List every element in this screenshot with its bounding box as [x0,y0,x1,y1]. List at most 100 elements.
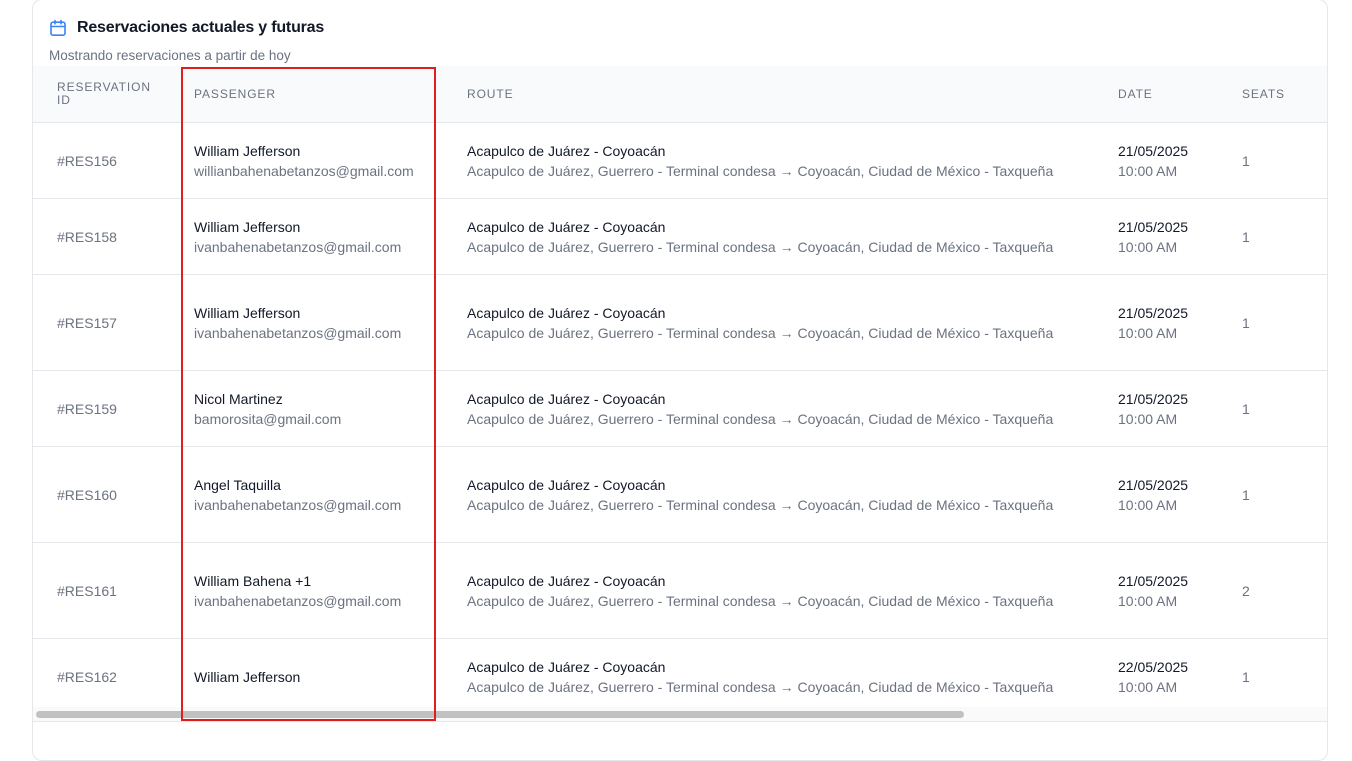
seats-count: 1 [1242,486,1250,503]
header-passenger: PASSENGER [194,86,276,101]
route-cell: Acapulco de Juárez - Coyoacán Acapulco de… [467,275,1107,370]
route-detail: Acapulco de Juárez, Guerrero - Terminal … [467,592,1054,609]
scrollbar-thumb[interactable] [36,711,964,718]
table-row[interactable]: #RES157 William Jefferson ivanbahenabetanz… [33,275,1327,371]
table-row[interactable]: #RES156 William Jefferson willianbahenabet… [33,123,1327,199]
seats-count: 1 [1242,668,1250,685]
date-cell: 21/05/2025 10:00 AM [1118,371,1228,446]
seats-count: 1 [1242,152,1250,169]
seats-count: 1 [1242,314,1250,331]
passenger-cell: William Jefferson [194,639,454,714]
passenger-email: willianbahenabetanzos@gmail.com [194,162,414,179]
reservation-id-text: #RES160 [57,486,117,503]
passenger-cell: Nicol Martinez bamorosita@gmail.com [194,371,454,446]
route-cell: Acapulco de Juárez - Coyoacán Acapulco de… [467,199,1107,274]
route-cell: Acapulco de Juárez - Coyoacán Acapulco de… [467,639,1107,714]
seats-cell: 1 [1242,371,1302,446]
table-row[interactable]: #RES158 William Jefferson ivanbahenabetanz… [33,199,1327,275]
seats-cell: 1 [1242,275,1302,370]
reservations-card: Reservaciones actuales y futuras Mostran… [32,0,1328,761]
header-reservation-id: RESERVATION ID [57,80,151,107]
route-detail: Acapulco de Juárez, Guerrero - Terminal … [467,162,1054,179]
reservation-id: #RES162 [57,639,177,714]
reservations-table: RESERVATION ID PASSENGER ROUTE DATE SEAT… [33,66,1327,715]
reservation-time: 10:00 AM [1118,496,1178,513]
seats-count: 1 [1242,228,1250,245]
route-cell: Acapulco de Juárez - Coyoacán Acapulco de… [467,371,1107,446]
passenger-cell: Angel Taquilla ivanbahenabetanzos@gmail.c… [194,447,454,542]
reservation-date: 21/05/2025 [1118,304,1189,321]
reservation-id-text: #RES156 [57,152,117,169]
route-cell: Acapulco de Juárez - Coyoacán Acapulco de… [467,123,1107,198]
passenger-cell: William Jefferson willianbahenabetanzos@g… [194,123,454,198]
seats-cell: 1 [1242,639,1302,714]
reservation-time: 10:00 AM [1118,162,1178,179]
reservation-id-text: #RES159 [57,400,117,417]
date-cell: 21/05/2025 10:00 AM [1118,543,1228,638]
route-detail: Acapulco de Juárez, Guerrero - Terminal … [467,410,1054,427]
reservation-date: 21/05/2025 [1118,142,1189,159]
route-title: Acapulco de Juárez - Coyoacán [467,572,666,589]
passenger-cell: William Jefferson ivanbahenabetanzos@gmai… [194,199,454,274]
passenger-name: Angel Taquilla [194,476,281,493]
seats-count: 2 [1242,582,1250,599]
reservation-id-text: #RES161 [57,582,117,599]
passenger-name: William Jefferson [194,142,301,159]
date-cell: 21/05/2025 10:00 AM [1118,123,1228,198]
table-row[interactable]: #RES160 Angel Taquilla ivanbahenabetanzos@… [33,447,1327,543]
table-body: #RES156 William Jefferson willianbahenabet… [33,123,1327,715]
table-row[interactable]: #RES162 William Jefferson Acapulco de Juár… [33,639,1327,715]
reservation-id: #RES157 [57,275,177,370]
table-row[interactable]: #RES159 Nicol Martinez bamorosita@gmail.co… [33,371,1327,447]
title-row: Reservaciones actuales y futuras [49,16,1327,40]
route-title: Acapulco de Juárez - Coyoacán [467,476,666,493]
calendar-icon [49,19,67,37]
passenger-cell: William Jefferson ivanbahenabetanzos@gmai… [194,275,454,370]
route-title: Acapulco de Juárez - Coyoacán [467,218,666,235]
route-cell: Acapulco de Juárez - Coyoacán Acapulco de… [467,447,1107,542]
seats-cell: 1 [1242,123,1302,198]
route-title: Acapulco de Juárez - Coyoacán [467,304,666,321]
passenger-cell: William Bahena +1 ivanbahenabetanzos@gmai… [194,543,454,638]
passenger-email: ivanbahenabetanzos@gmail.com [194,324,402,341]
horizontal-scrollbar[interactable] [33,707,1327,722]
route-detail: Acapulco de Juárez, Guerrero - Terminal … [467,678,1054,695]
card-title: Reservaciones actuales y futuras [77,19,325,36]
reservation-id-text: #RES158 [57,228,117,245]
table-row[interactable]: #RES161 William Bahena +1 ivanbahenabetanz… [33,543,1327,639]
route-detail: Acapulco de Juárez, Guerrero - Terminal … [467,496,1054,513]
reservation-date: 21/05/2025 [1118,572,1189,589]
passenger-name: Nicol Martinez [194,390,283,407]
passenger-email: ivanbahenabetanzos@gmail.com [194,592,402,609]
reservation-time: 10:00 AM [1118,592,1178,609]
passenger-email: bamorosita@gmail.com [194,410,342,427]
passenger-name: William Jefferson [194,218,301,235]
route-cell: Acapulco de Juárez - Coyoacán Acapulco de… [467,543,1107,638]
reservation-time: 10:00 AM [1118,410,1178,427]
date-cell: 22/05/2025 10:00 AM [1118,639,1228,714]
reservation-id: #RES156 [57,123,177,198]
seats-count: 1 [1242,400,1250,417]
passenger-name: William Bahena +1 [194,572,312,589]
header-seats: SEATS [1242,86,1285,101]
seats-cell: 2 [1242,543,1302,638]
reservation-time: 10:00 AM [1118,238,1178,255]
header-route: ROUTE [467,86,514,101]
passenger-name: William Jefferson [194,668,301,685]
card-subtitle: Mostrando reservaciones a partir de hoy [49,48,291,63]
route-title: Acapulco de Juárez - Coyoacán [467,142,666,159]
reservation-date: 22/05/2025 [1118,658,1189,675]
passenger-name: William Jefferson [194,304,301,321]
route-title: Acapulco de Juárez - Coyoacán [467,390,666,407]
reservation-id-text: #RES162 [57,668,117,685]
reservation-time: 10:00 AM [1118,324,1178,341]
card-header: Reservaciones actuales y futuras Mostran… [49,16,1327,63]
reservation-date: 21/05/2025 [1118,390,1189,407]
passenger-email: ivanbahenabetanzos@gmail.com [194,238,402,255]
reservation-id: #RES159 [57,371,177,446]
date-cell: 21/05/2025 10:00 AM [1118,199,1228,274]
date-cell: 21/05/2025 10:00 AM [1118,275,1228,370]
reservation-date: 21/05/2025 [1118,218,1189,235]
seats-cell: 1 [1242,447,1302,542]
seats-cell: 1 [1242,199,1302,274]
